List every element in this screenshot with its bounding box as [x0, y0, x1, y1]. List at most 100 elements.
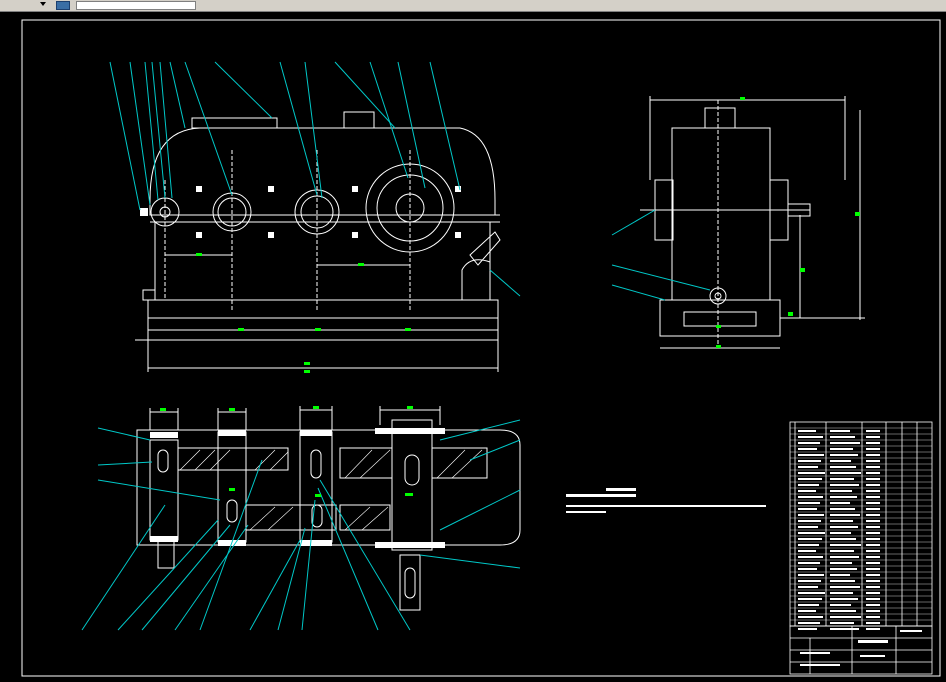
parts-row-text: [798, 436, 823, 438]
parts-row-text: [830, 604, 851, 606]
parts-row-text: [866, 538, 880, 540]
parts-row-text: [830, 460, 851, 462]
parts-row-text: [798, 448, 817, 450]
parts-row-text: [830, 484, 859, 486]
parts-row-text: [830, 478, 854, 480]
parts-row-text: [798, 472, 825, 474]
parts-row-text: [830, 574, 850, 576]
parts-row-text: [830, 490, 852, 492]
parts-row-text: [830, 628, 859, 630]
parts-row-text: [798, 610, 816, 612]
title-block: [789, 625, 933, 675]
parts-row-text: [830, 586, 860, 588]
parts-row-text: [866, 460, 880, 462]
parts-row-text: [830, 532, 851, 534]
parts-row-text: [798, 568, 817, 570]
parts-row-text: [830, 616, 861, 618]
parts-row-text: [798, 478, 822, 480]
layer-field[interactable]: [76, 1, 196, 10]
parts-row-text: [866, 532, 880, 534]
parts-row-text: [830, 472, 861, 474]
parts-row-text: [830, 622, 854, 624]
parts-row-text: [798, 556, 823, 558]
parts-row-text: [866, 484, 880, 486]
parts-row-text: [866, 604, 880, 606]
parts-row-text: [798, 616, 823, 618]
parts-row-text: [798, 604, 819, 606]
parts-row-text: [866, 520, 880, 522]
parts-row-text: [866, 628, 880, 630]
parts-row-text: [866, 568, 880, 570]
parts-row-text: [866, 562, 880, 564]
parts-row-text: [830, 502, 850, 504]
parts-row-text: [866, 442, 880, 444]
technical-notes: [566, 488, 766, 513]
parts-row-text: [866, 454, 880, 456]
parts-row-text: [830, 454, 858, 456]
side-view-leaders: [611, 209, 711, 301]
parts-row-text: [866, 586, 880, 588]
parts-row-text: [866, 592, 880, 594]
parts-row-text: [866, 508, 880, 510]
parts-row-text: [830, 598, 858, 600]
parts-row-text: [798, 454, 824, 456]
parts-row-text: [866, 514, 880, 516]
parts-row-text: [866, 616, 880, 618]
section-view: [136, 406, 521, 611]
parts-row-text: [798, 598, 822, 600]
parts-row-text: [798, 508, 817, 510]
section-view-leaders: [81, 419, 521, 631]
parts-row-text: [830, 592, 853, 594]
parts-row-text: [866, 466, 880, 468]
drawing-canvas[interactable]: [0, 12, 946, 682]
parts-row-text: [798, 586, 818, 588]
parts-row-text: [798, 580, 821, 582]
front-view: [135, 111, 501, 372]
parts-row-text: [798, 442, 820, 444]
parts-row-text: [866, 502, 880, 504]
parts-row-text: [830, 562, 852, 564]
parts-row-text: [798, 514, 824, 516]
parts-row-text: [866, 610, 880, 612]
parts-row-text: [830, 436, 855, 438]
parts-row-text: [866, 436, 880, 438]
parts-row-text: [798, 460, 821, 462]
parts-row-text: [866, 574, 880, 576]
parts-row-text: [830, 568, 857, 570]
parts-row-text: [830, 514, 860, 516]
parts-row-text: [798, 550, 816, 552]
drawing-border: [21, 19, 941, 677]
parts-row-text: [830, 610, 856, 612]
parts-row-text: [798, 466, 818, 468]
parts-row-text: [866, 580, 880, 582]
parts-row-text: [830, 520, 853, 522]
parts-row-text: [798, 526, 818, 528]
parts-row-text: [866, 496, 880, 498]
side-view: [640, 96, 865, 349]
parts-row-text: [866, 544, 880, 546]
chevron-down-icon[interactable]: [40, 2, 46, 6]
parts-row-text: [798, 622, 820, 624]
front-view-dim-text: [196, 253, 411, 373]
parts-row-text: [866, 430, 880, 432]
parts-row-text: [830, 526, 858, 528]
parts-row-text: [866, 526, 880, 528]
parts-row-text: [866, 472, 880, 474]
parts-row-text: [866, 598, 880, 600]
parts-row-text: [830, 544, 861, 546]
parts-row-text: [798, 484, 819, 486]
parts-row-text: [830, 430, 850, 432]
parts-row-text: [866, 448, 880, 450]
parts-row-text: [798, 502, 820, 504]
parts-row-text: [866, 550, 880, 552]
parts-row-text: [830, 556, 859, 558]
parts-row-text: [830, 580, 855, 582]
parts-rows: [790, 427, 932, 630]
parts-row-text: [798, 520, 821, 522]
parts-row-text: [830, 538, 856, 540]
layer-icon[interactable]: [56, 1, 70, 10]
parts-row-text: [798, 628, 817, 630]
parts-row-text: [830, 550, 854, 552]
parts-row-text: [866, 490, 880, 492]
parts-row-text: [830, 496, 857, 498]
